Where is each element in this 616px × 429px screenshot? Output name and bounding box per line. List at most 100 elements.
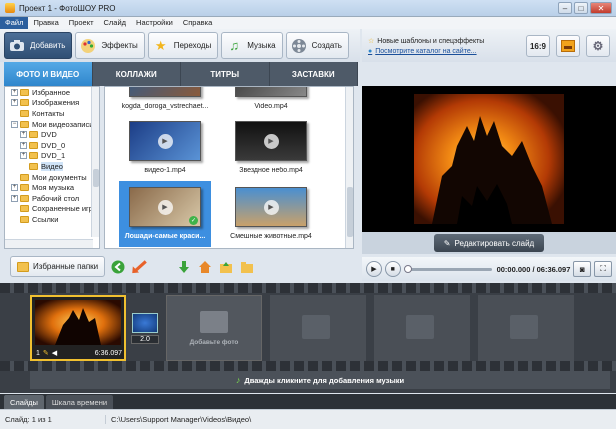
speaker-icon[interactable]: ◀ — [52, 349, 57, 357]
video-thumbnail: ▶ ✓ — [129, 187, 201, 227]
new-templates-link[interactable]: ☆ Новые шаблоны и спецэффекты — [368, 37, 484, 46]
folder-icon — [20, 99, 29, 107]
tree-item-links[interactable]: Ссылки — [5, 214, 99, 225]
catalog-link[interactable]: ● Посмотрите каталог на сайте... — [368, 48, 477, 55]
play-icon: ▶ — [157, 199, 173, 215]
menu-settings[interactable]: Настройки — [131, 17, 178, 29]
tree-item-dvd-1[interactable]: + DVD_1 — [5, 151, 99, 162]
file-item[interactable]: ▶ Звездное небо.mp4 — [225, 115, 317, 181]
expand-icon[interactable]: + — [11, 88, 18, 96]
menu-help[interactable]: Справка — [178, 17, 217, 29]
tab-slides[interactable]: Слайды — [4, 395, 44, 409]
menu-project[interactable]: Проект — [64, 17, 99, 29]
playback-slider[interactable] — [403, 264, 492, 273]
menu-edit[interactable]: Правка — [28, 17, 63, 29]
expand-icon[interactable]: + — [20, 141, 27, 149]
home-icon[interactable] — [197, 259, 213, 275]
maximize-button[interactable]: □ — [574, 2, 588, 14]
expand-icon[interactable]: + — [11, 99, 18, 107]
background-image-button[interactable] — [556, 35, 580, 57]
file-item[interactable]: kogda_doroga_vstrechaet... — [119, 87, 211, 117]
folder-icon — [20, 109, 29, 117]
menu-slide[interactable]: Слайд — [99, 17, 132, 29]
preview-toolbar: ☆ Новые шаблоны и спецэффекты ● Посмотри… — [362, 29, 616, 62]
category-tabs: ФОТО И ВИДЕО КОЛЛАЖИ ТИТРЫ ЗАСТАВКИ — [4, 62, 358, 86]
tree-item-video[interactable]: Видео — [5, 161, 99, 172]
add-button[interactable]: Добавить — [4, 32, 73, 59]
slide-thumbnail — [35, 300, 121, 345]
tab-collages[interactable]: КОЛЛАЖИ — [93, 62, 181, 86]
music-button[interactable]: ♫ Музыка — [221, 32, 283, 59]
music-track[interactable]: ♪ Дважды кликните для добавления музыки — [30, 371, 610, 389]
expand-icon[interactable]: + — [20, 152, 27, 160]
back-arrow-icon[interactable] — [110, 259, 126, 275]
tree-item-my-documents[interactable]: Мои документы — [5, 172, 99, 183]
folder-icon — [29, 162, 38, 170]
empty-slot[interactable] — [270, 295, 366, 361]
move-down-icon[interactable] — [176, 259, 192, 275]
empty-slot[interactable] — [478, 295, 574, 361]
file-item[interactable]: ▶ Смешные животные.mp4 — [225, 181, 317, 247]
pointer-arrow-icon — [131, 259, 147, 275]
file-item[interactable]: Video.mp4 — [225, 87, 317, 117]
tree-item-dvd[interactable]: + DVD — [5, 129, 99, 140]
folder-up-icon[interactable] — [218, 259, 234, 275]
transitions-button[interactable]: ★ Переходы — [147, 32, 219, 59]
pencil-icon[interactable]: ✎ — [43, 349, 49, 357]
empty-slot[interactable] — [374, 295, 470, 361]
expand-icon[interactable]: + — [20, 131, 27, 139]
tab-timeline[interactable]: Шкала времени — [45, 395, 114, 409]
tab-intros[interactable]: ЗАСТАВКИ — [270, 62, 358, 86]
folder-icon — [20, 88, 29, 96]
tree-item-images[interactable]: + Изображения — [5, 98, 99, 109]
tree-item-my-music[interactable]: + Моя музыка — [5, 182, 99, 193]
grid-vertical-scrollbar[interactable] — [345, 87, 353, 248]
video-thumbnail — [129, 87, 201, 97]
tree-item-saved-games[interactable]: Сохраненные игры — [5, 204, 99, 215]
video-thumbnail: ▶ — [235, 121, 307, 161]
folder-icon — [20, 205, 29, 213]
tab-photo-video[interactable]: ФОТО И ВИДЕО — [4, 62, 93, 86]
folder-icon — [29, 131, 38, 139]
tab-titles[interactable]: ТИТРЫ — [181, 62, 270, 86]
minimize-button[interactable]: – — [558, 2, 572, 14]
photo-placeholder-icon — [200, 310, 228, 333]
snapshot-button[interactable]: ◙ — [573, 261, 592, 277]
tree-vertical-scrollbar[interactable] — [91, 87, 99, 237]
close-button[interactable]: ✕ — [590, 2, 612, 14]
add-photo-slot[interactable]: Добавьте фото — [166, 295, 262, 361]
new-folder-icon[interactable] — [239, 259, 255, 275]
menu-file[interactable]: Файл — [0, 17, 29, 29]
transition-item[interactable]: 2.0 — [131, 313, 159, 347]
settings-button[interactable]: ⚙ — [586, 35, 610, 57]
photo-placeholder-icon — [510, 315, 538, 339]
tree-item-favorites[interactable]: + Избранное — [5, 87, 99, 98]
collapse-icon[interactable]: − — [11, 120, 18, 128]
stop-button[interactable]: ■ — [384, 261, 401, 277]
tree-item-contacts[interactable]: Контакты — [5, 108, 99, 119]
play-icon: ▶ — [263, 199, 279, 215]
tree-item-my-videos[interactable]: − Мои видеозаписи — [5, 119, 99, 130]
favorite-folders-button[interactable]: Избранные папки — [10, 256, 106, 277]
tree-item-dvd-0[interactable]: + DVD_0 — [5, 140, 99, 151]
file-item-selected[interactable]: ▶ ✓ Лошади-самые краси... — [119, 181, 211, 247]
aspect-ratio-button[interactable]: 16:9 — [526, 35, 550, 57]
effects-button[interactable]: Эффекты — [75, 32, 145, 59]
file-item[interactable]: ▶ видео-1.mp4 — [119, 115, 211, 181]
tree-horizontal-scrollbar[interactable] — [5, 239, 93, 248]
slider-handle[interactable] — [403, 264, 412, 273]
edit-slide-button[interactable]: ✎ Редактировать слайд — [433, 234, 545, 252]
expand-icon[interactable]: + — [11, 194, 18, 202]
scroll-thumb[interactable] — [93, 169, 99, 187]
expand-icon[interactable]: + — [11, 184, 18, 192]
star-icon: ☆ — [368, 38, 375, 45]
preview-image — [362, 86, 616, 232]
scroll-thumb[interactable] — [347, 187, 353, 237]
edit-slide-bar: ✎ Редактировать слайд — [362, 232, 616, 254]
create-button[interactable]: Создать — [285, 32, 349, 59]
tree-item-desktop[interactable]: + Рабочий стол — [5, 193, 99, 204]
slide-card-selected[interactable]: 1 ✎ ◀ 6:36.097 — [30, 295, 126, 361]
app-icon — [5, 3, 15, 13]
play-button[interactable]: ▶ — [366, 261, 382, 277]
fullscreen-button[interactable]: ⛶ — [594, 261, 612, 277]
